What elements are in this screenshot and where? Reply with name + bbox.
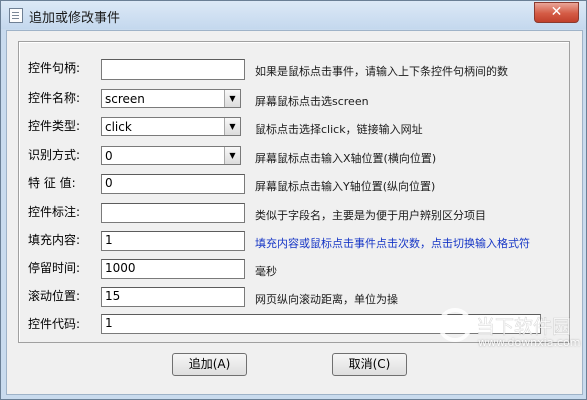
handle-label: 控件句柄: bbox=[28, 61, 81, 75]
dwell-time-input[interactable]: 1000 bbox=[101, 259, 245, 279]
control-type-select[interactable]: click ▼ bbox=[101, 117, 241, 136]
control-type-label: 控件类型: bbox=[28, 119, 81, 133]
watermark-brand: 当下软件园 bbox=[476, 316, 571, 338]
window-title: 追加或修改事件 bbox=[29, 11, 121, 26]
annotation-input[interactable] bbox=[101, 203, 245, 223]
control-type-desc: 鼠标点击选择click，链接输入网址 bbox=[255, 123, 423, 136]
dwell-time-desc: 毫秒 bbox=[255, 265, 277, 278]
close-button[interactable]: ✕ bbox=[534, 2, 579, 23]
control-name-label: 控件名称: bbox=[28, 91, 81, 105]
chevron-down-icon[interactable]: ▼ bbox=[224, 90, 240, 107]
recognition-value: 0 bbox=[105, 149, 113, 163]
recognition-desc: 屏幕鼠标点击输入X轴位置(横向位置) bbox=[255, 152, 437, 165]
fill-content-input[interactable]: 1 bbox=[101, 231, 245, 251]
title-bar[interactable]: 追加或修改事件 ✕ bbox=[1, 1, 586, 29]
recognition-label: 识别方式: bbox=[28, 148, 81, 162]
add-button[interactable]: 追加(A) bbox=[172, 353, 247, 376]
feature-input[interactable]: 0 bbox=[101, 174, 245, 194]
chevron-down-icon[interactable]: ▼ bbox=[224, 118, 240, 135]
control-code-label: 控件代码: bbox=[28, 317, 81, 331]
fill-content-toggle-link[interactable]: 填充内容或鼠标点击事件点击次数，点击切换输入格式符 bbox=[255, 237, 530, 251]
control-name-value: screen bbox=[105, 92, 145, 106]
fill-content-label: 填充内容: bbox=[28, 233, 81, 247]
chevron-down-icon[interactable]: ▼ bbox=[224, 147, 240, 164]
handle-desc: 如果是鼠标点击事件，请输入上下条控件句柄间的数 bbox=[255, 65, 508, 78]
scroll-position-input[interactable]: 15 bbox=[101, 287, 245, 307]
watermark-url: www.downxia.com bbox=[478, 336, 581, 349]
scroll-position-label: 滚动位置: bbox=[28, 289, 81, 303]
control-name-desc: 屏幕鼠标点击选screen bbox=[255, 95, 369, 108]
feature-label: 特 征 值: bbox=[28, 176, 76, 190]
scroll-position-desc: 网页纵向滚动距离，单位为操 bbox=[255, 293, 398, 306]
feature-desc: 屏幕鼠标点击输入Y轴位置(纵向位置) bbox=[255, 180, 436, 193]
control-type-value: click bbox=[105, 120, 132, 134]
control-name-select[interactable]: screen ▼ bbox=[101, 89, 241, 108]
recognition-select[interactable]: 0 ▼ bbox=[101, 146, 241, 165]
handle-input[interactable] bbox=[101, 59, 245, 80]
dwell-time-label: 停留时间: bbox=[28, 261, 81, 275]
cancel-button[interactable]: 取消(C) bbox=[332, 353, 407, 376]
annotation-label: 控件标注: bbox=[28, 205, 81, 219]
app-icon bbox=[9, 8, 23, 23]
annotation-desc: 类似于字段名，主要是为便于用户辨别区分项目 bbox=[255, 209, 486, 222]
